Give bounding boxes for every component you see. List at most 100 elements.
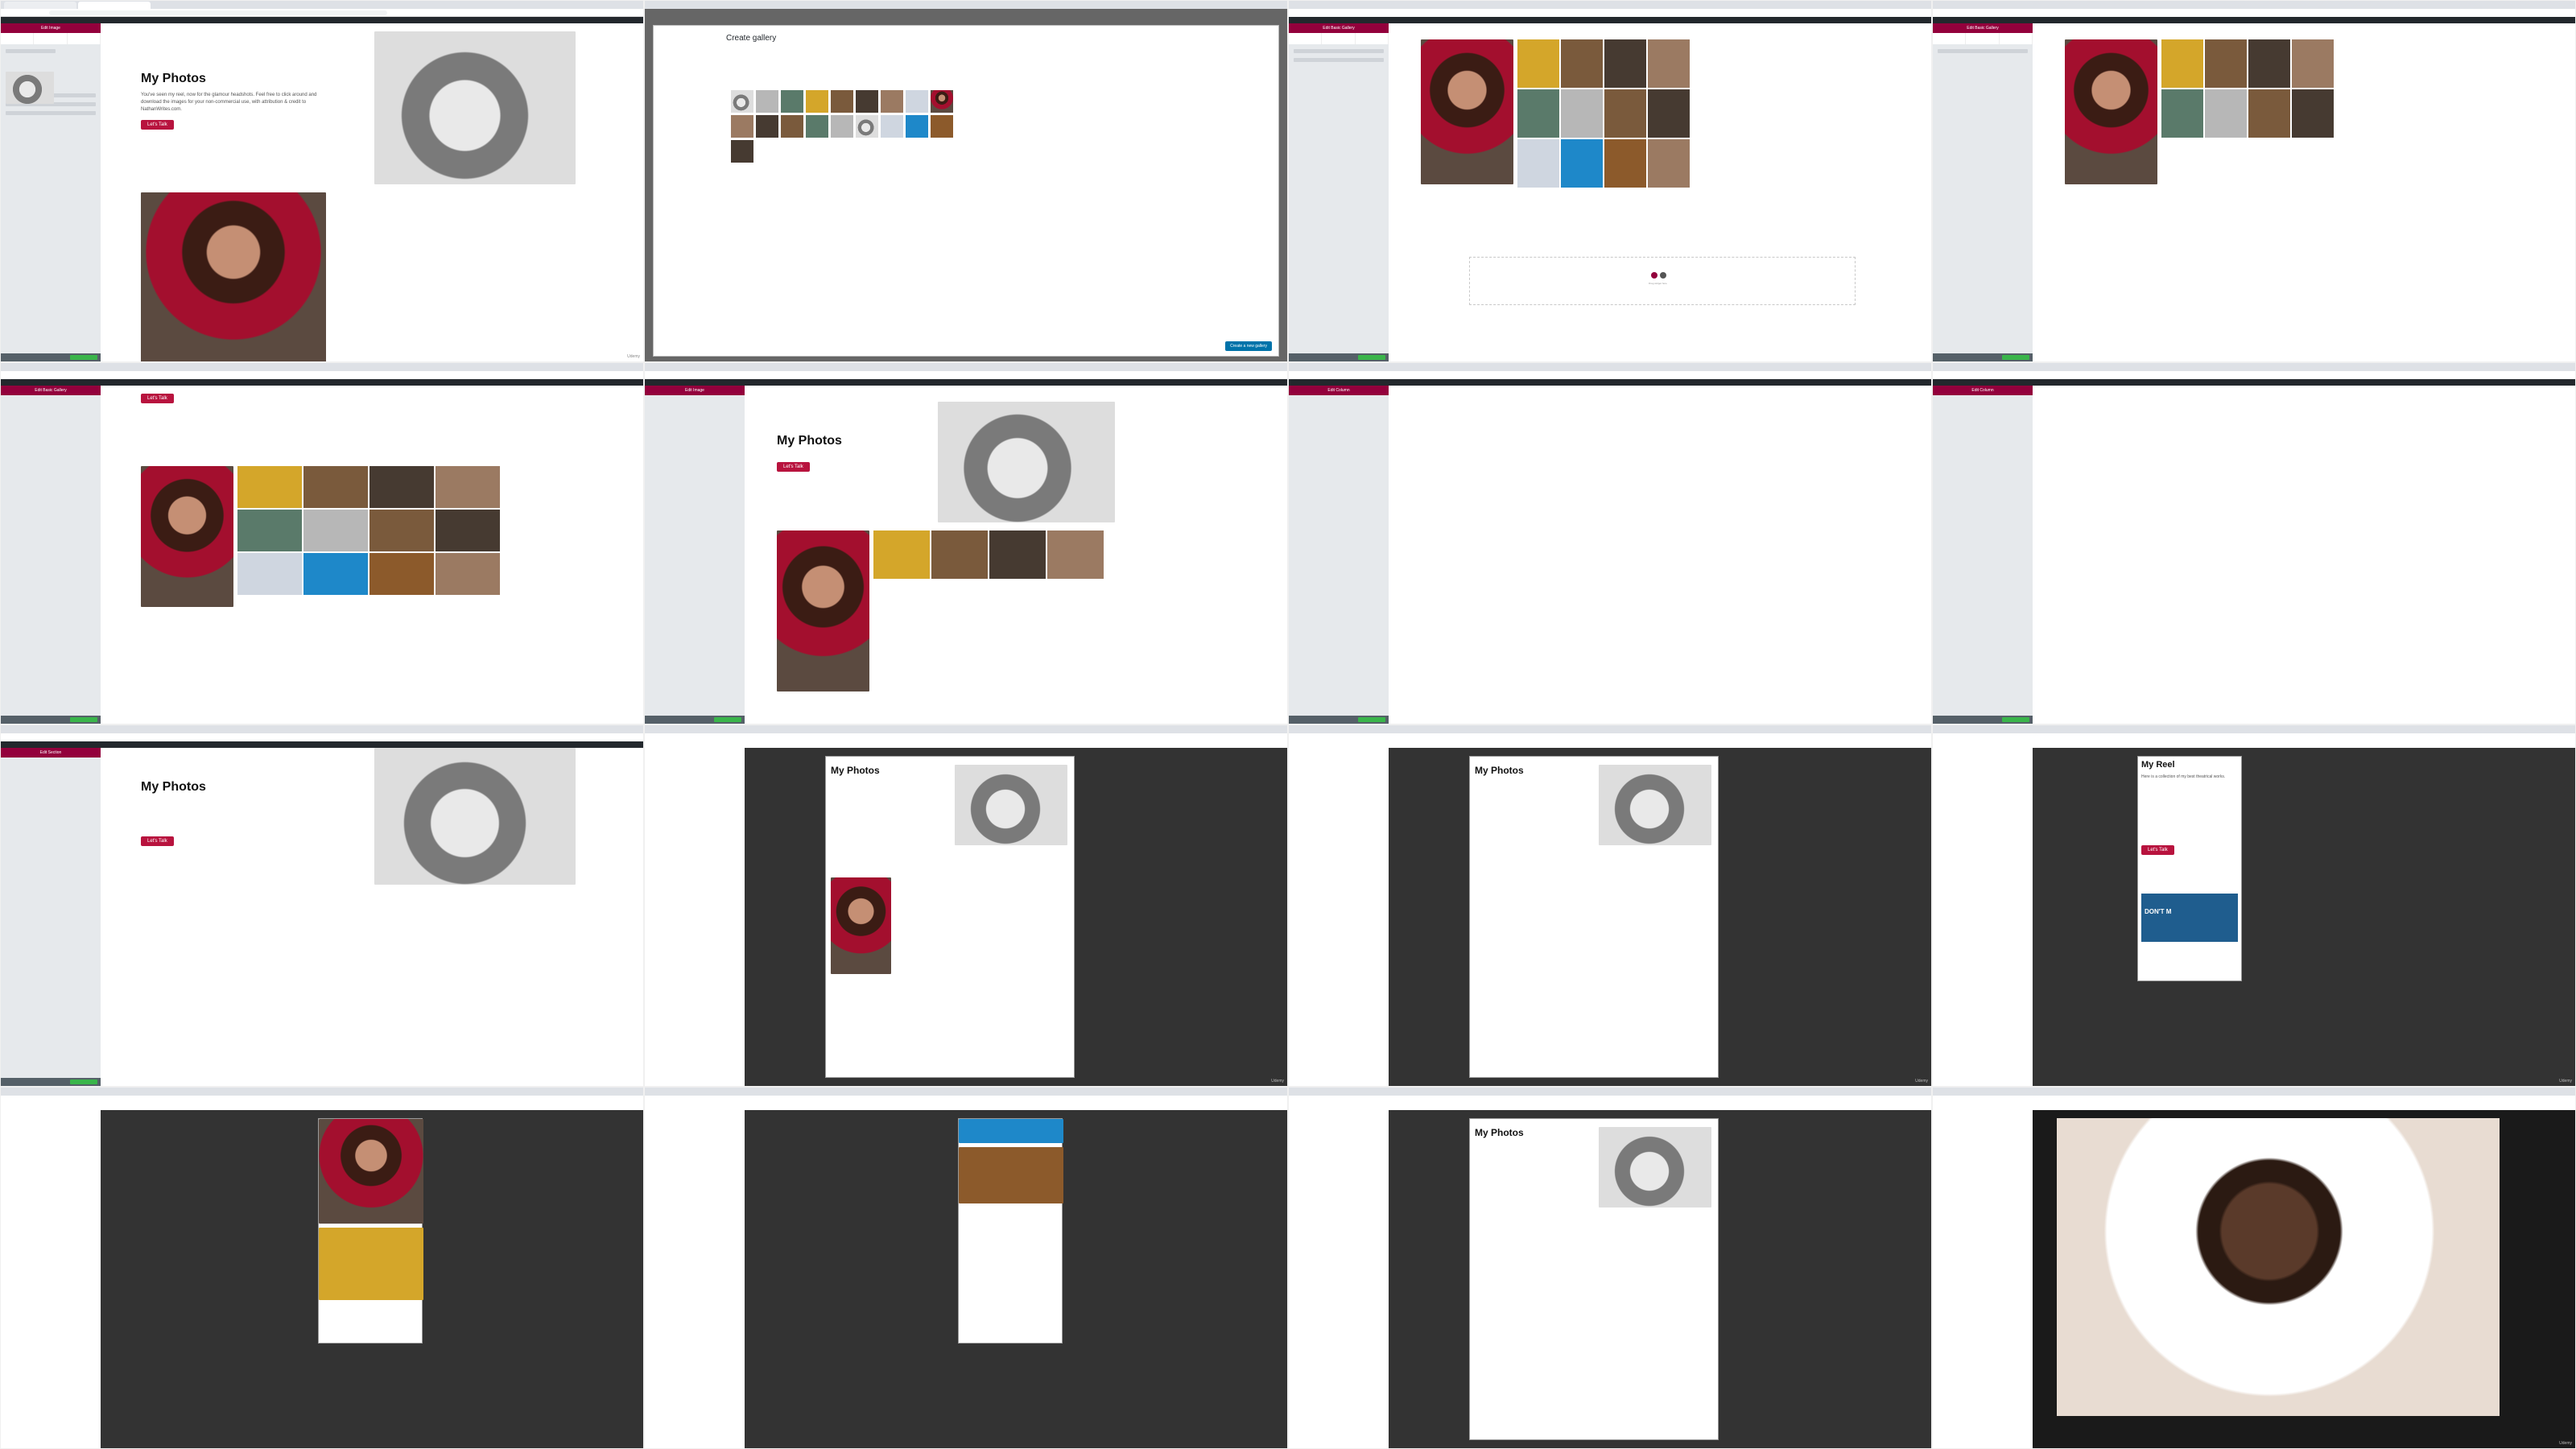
gallery-image[interactable] [1648, 39, 1690, 88]
update-button[interactable] [70, 1080, 97, 1084]
husky-image[interactable] [374, 31, 576, 184]
gallery-image[interactable] [959, 1147, 1063, 1203]
media-thumb[interactable] [731, 140, 753, 163]
gallery-image[interactable] [1517, 39, 1559, 88]
gallery-image[interactable] [931, 530, 988, 579]
headshot-image[interactable] [2065, 39, 2157, 184]
headshot-image[interactable] [141, 192, 326, 361]
media-thumb[interactable] [806, 115, 828, 138]
husky-image[interactable] [1599, 765, 1711, 845]
media-thumb[interactable] [781, 90, 803, 113]
panel-tabs[interactable] [1, 33, 101, 44]
lets-talk-button[interactable]: Let's Talk [141, 120, 174, 130]
gallery-image[interactable] [1604, 89, 1646, 138]
control-row[interactable] [1938, 49, 2028, 53]
gallery-image[interactable] [1047, 530, 1104, 579]
gallery-image[interactable] [319, 1228, 423, 1300]
lets-talk-button[interactable]: Let's Talk [2141, 845, 2174, 855]
gallery-image[interactable] [1517, 139, 1559, 188]
control-row[interactable] [6, 111, 96, 115]
gallery-image[interactable] [1648, 139, 1690, 188]
gallery-image[interactable] [2161, 89, 2203, 138]
gallery-image[interactable] [2205, 39, 2247, 88]
reel-video[interactable]: DON'T M [2141, 894, 2238, 942]
media-thumb[interactable] [831, 115, 853, 138]
headshot-image[interactable] [1421, 39, 1513, 184]
panel-tabs[interactable] [1289, 33, 1389, 44]
gallery-image[interactable] [303, 466, 368, 508]
media-thumb[interactable] [731, 115, 753, 138]
browser-tab-active[interactable] [78, 2, 151, 9]
gallery-image[interactable] [2292, 39, 2334, 88]
gallery-image[interactable] [303, 553, 368, 595]
media-thumb[interactable] [881, 115, 903, 138]
update-button[interactable] [70, 355, 97, 360]
create-gallery-button[interactable]: Create a new gallery [1225, 341, 1272, 351]
browser-tab[interactable] [4, 2, 76, 9]
update-button[interactable] [1358, 355, 1385, 360]
media-thumb[interactable] [756, 115, 778, 138]
husky-image[interactable] [1599, 1127, 1711, 1208]
gallery-image[interactable] [237, 553, 302, 595]
headshot-image[interactable] [831, 877, 891, 974]
gallery-image[interactable] [369, 510, 434, 551]
gallery-image[interactable] [1561, 89, 1603, 138]
control-row[interactable] [1294, 58, 1384, 62]
gallery-image[interactable] [2248, 89, 2290, 138]
gallery-image[interactable] [436, 553, 500, 595]
gallery-image[interactable] [2292, 89, 2334, 138]
gallery-image[interactable] [2161, 39, 2203, 88]
lets-talk-button[interactable]: Let's Talk [141, 836, 174, 846]
media-thumb[interactable] [931, 115, 953, 138]
husky-image[interactable] [938, 402, 1115, 522]
gallery-image[interactable] [303, 510, 368, 551]
gallery-image[interactable] [873, 530, 930, 579]
headshot-image[interactable] [777, 530, 869, 691]
update-button[interactable] [2002, 355, 2029, 360]
gallery-image[interactable] [2205, 89, 2247, 138]
media-thumb[interactable] [731, 90, 753, 113]
media-thumb[interactable] [906, 115, 928, 138]
add-template-icon[interactable] [1660, 272, 1666, 279]
gallery-image[interactable] [1561, 139, 1603, 188]
update-button[interactable] [1358, 717, 1385, 722]
control-row[interactable] [1294, 49, 1384, 53]
url-field[interactable] [49, 10, 387, 15]
media-thumb[interactable] [781, 115, 803, 138]
husky-image[interactable] [374, 748, 576, 885]
media-thumb[interactable] [881, 90, 903, 113]
lets-talk-button[interactable]: Let's Talk [777, 462, 810, 472]
update-button[interactable] [70, 717, 97, 722]
update-button[interactable] [714, 717, 741, 722]
gallery-image[interactable] [1604, 39, 1646, 88]
media-thumb[interactable] [906, 90, 928, 113]
gallery-image[interactable] [1604, 139, 1646, 188]
gallery-image[interactable] [989, 530, 1046, 579]
gallery-image[interactable] [237, 510, 302, 551]
gallery-image[interactable] [2248, 39, 2290, 88]
gallery-image[interactable] [436, 510, 500, 551]
lets-talk-button[interactable]: Let's Talk [141, 394, 174, 403]
gallery-image[interactable] [1561, 39, 1603, 88]
media-thumb[interactable] [856, 90, 878, 113]
panel-section-heading[interactable] [6, 49, 56, 53]
gallery-image[interactable] [436, 466, 500, 508]
image-preview[interactable] [6, 72, 54, 104]
headshot-image[interactable] [319, 1119, 423, 1224]
media-thumb[interactable] [756, 90, 778, 113]
headshot-image[interactable] [141, 466, 233, 607]
media-thumb[interactable] [931, 90, 953, 113]
add-section-icon[interactable] [1651, 272, 1657, 279]
media-thumb[interactable] [831, 90, 853, 113]
update-button[interactable] [2002, 717, 2029, 722]
gallery-image[interactable] [369, 553, 434, 595]
gallery-image[interactable] [237, 466, 302, 508]
gallery-image[interactable] [1648, 89, 1690, 138]
lightbox-image[interactable] [2057, 1118, 2500, 1416]
gallery-image[interactable] [959, 1119, 1063, 1143]
panel-tabs[interactable] [1933, 33, 2033, 44]
media-thumb[interactable] [856, 115, 878, 138]
media-thumb[interactable] [806, 90, 828, 113]
drop-zone[interactable]: Drag widget here [1469, 257, 1856, 305]
gallery-image[interactable] [369, 466, 434, 508]
